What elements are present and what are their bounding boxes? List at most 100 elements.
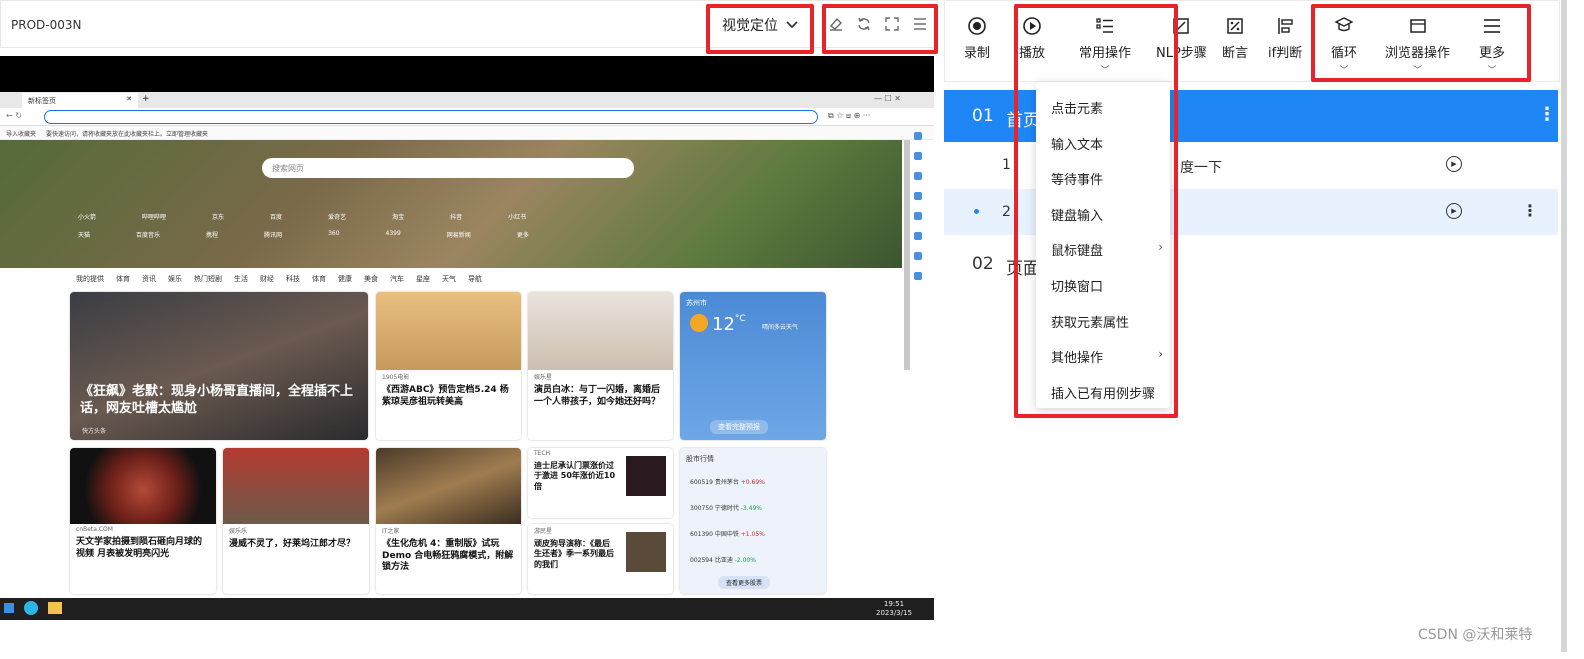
feed-tab[interactable]: 汽车: [390, 274, 404, 288]
list-icon: [1095, 16, 1115, 36]
news-card[interactable]: 游民星 顽皮狗导演称：《最后生还者》季一系列最后的我们: [528, 524, 673, 594]
sidebar-people-icon[interactable]: [914, 192, 922, 200]
add-tab-icon[interactable]: +: [142, 94, 150, 104]
loop-button[interactable]: 循环 ﹀: [1331, 16, 1357, 76]
play-step-icon[interactable]: ▶: [1446, 203, 1462, 219]
kebab-icon[interactable]: ⋮: [1522, 201, 1538, 220]
quicklink[interactable]: 抖音: [450, 212, 462, 222]
feed-tab[interactable]: 资讯: [142, 274, 156, 288]
feed-tab[interactable]: 体育: [116, 274, 130, 288]
quicklink[interactable]: 更多: [517, 230, 529, 240]
right-scrollbar[interactable]: [1561, 0, 1567, 652]
news-card[interactable]: IT之家 《生化危机 4：重制版》试玩 Demo 合电畅狂鸦腐模式，附解锁方法: [376, 448, 521, 594]
stock-row[interactable]: 600519 贵州茅台 +0.69%: [690, 470, 765, 496]
import-favorites-link[interactable]: 导入收藏夹: [6, 131, 36, 138]
play-step-icon[interactable]: ▶: [1446, 156, 1462, 172]
hamburger-icon[interactable]: [911, 15, 929, 33]
feed-tab[interactable]: 生活: [234, 274, 248, 288]
weather-card[interactable]: 苏州市 12 °C 晴间多云天气 查看完整预报: [680, 292, 826, 440]
weather-detail-button[interactable]: 查看完整预报: [710, 420, 768, 434]
feed-tab[interactable]: 我的提供: [76, 274, 104, 288]
menu-item-keyboard-input[interactable]: 键盘输入: [1051, 205, 1163, 224]
feed-tab[interactable]: 体育: [312, 274, 326, 288]
quicklink[interactable]: 百度: [270, 212, 282, 222]
assert-button[interactable]: 断言: [1222, 16, 1248, 61]
stock-row[interactable]: 601390 中国中铁 +1.05%: [690, 522, 765, 548]
quicklink[interactable]: 小火箭: [78, 212, 96, 222]
menu-item-mouse-keyboard[interactable]: 鼠标键盘 ›: [1051, 240, 1163, 259]
quicklink[interactable]: 百度音乐: [136, 230, 160, 240]
menu-item-insert-case-steps[interactable]: 插入已有用例步骤: [1051, 383, 1163, 402]
feed-tab[interactable]: 健康: [338, 274, 352, 288]
sidebar-shopping-icon[interactable]: [914, 172, 922, 180]
mode-select[interactable]: 视觉定位: [722, 15, 798, 35]
feed-tab[interactable]: 天气: [442, 274, 456, 288]
sidebar-search-icon[interactable]: [914, 132, 922, 140]
quicklink[interactable]: 360: [328, 230, 339, 240]
news-card[interactable]: 1905电影 《西游ABC》预告定档5.24 杨紫琼吴彦祖玩转美高: [376, 292, 521, 440]
nlp-step-button[interactable]: NLP步骤: [1156, 16, 1207, 61]
menu-item-click-element[interactable]: 点击元素: [1051, 98, 1163, 117]
sidebar-office-icon[interactable]: [914, 252, 922, 260]
sidebar-games-icon[interactable]: [914, 212, 922, 220]
quicklink[interactable]: 小红书: [508, 212, 526, 222]
sidebar-tree-icon[interactable]: [914, 272, 922, 280]
quicklink[interactable]: 网易新闻: [447, 230, 471, 240]
news-card[interactable]: 娱乐乐 漫威不灵了，好莱坞江郎才尽？: [223, 448, 369, 594]
news-card[interactable]: 娱乐星 演员白冰：与丁一闪婚，离婚后一个人带孩子，如今她还好吗？: [528, 292, 673, 440]
nav-icons[interactable]: ← ↻: [6, 111, 22, 120]
feed-tab[interactable]: 财经: [260, 274, 274, 288]
feed-tab[interactable]: 导航: [468, 274, 482, 288]
quicklink[interactable]: 哔哩哔哩: [142, 212, 166, 222]
windows-start-icon[interactable]: [4, 603, 14, 613]
menu-item-wait-event[interactable]: 等待事件: [1051, 169, 1163, 188]
step-text: 度一下: [1180, 160, 1222, 176]
quicklink[interactable]: 爱奇艺: [328, 212, 346, 222]
sidebar-bing-icon[interactable]: [914, 152, 922, 160]
explorer-icon[interactable]: [48, 602, 62, 614]
weather-link[interactable]: 晴间多云天气: [762, 322, 798, 331]
close-icon[interactable]: ✕: [126, 95, 132, 103]
feed-tab[interactable]: 美食: [364, 274, 378, 288]
news-card-large[interactable]: 《狂飙》老默：现身小杨哥直播间，全程插不上话，网友吐槽太尴尬 快方头条: [70, 292, 368, 440]
stock-row[interactable]: 300750 宁德时代 -3.49%: [690, 496, 765, 522]
quicklink[interactable]: 京东: [212, 212, 224, 222]
quicklink[interactable]: 天猫: [78, 230, 90, 240]
kebab-icon[interactable]: ⋮: [1538, 104, 1556, 125]
browser-scrollbar[interactable]: [904, 140, 910, 370]
play-button[interactable]: 播放: [1019, 16, 1045, 61]
feed-tab[interactable]: 娱乐: [168, 274, 182, 288]
if-button[interactable]: if判断: [1268, 16, 1302, 61]
menu-item-switch-window[interactable]: 切换窗口: [1051, 276, 1163, 295]
feed-tab[interactable]: 科技: [286, 274, 300, 288]
news-card[interactable]: TECH 迪士尼承认门票涨价过于激进 50年涨价近10倍: [528, 448, 673, 518]
menu-item-other-ops[interactable]: 其他操作 ›: [1051, 347, 1163, 366]
browser-ops-button[interactable]: 浏览器操作 ﹀: [1385, 16, 1450, 76]
url-input[interactable]: [44, 110, 818, 124]
stock-row[interactable]: 002594 比亚迪 -2.00%: [690, 548, 765, 574]
device-screen[interactable]: 新标签页 ✕ + — ☐ ✕ ← ↻ ⧉ ☆ ⧈ ⊕ ··· 导入收藏夹 要快速访…: [0, 92, 934, 598]
stocks-more-button[interactable]: 查看更多股票: [718, 576, 771, 589]
news-card[interactable]: cnBeta.COM 天文学家拍摄到陨石砸向月球的视频 月表被发明亮闪光: [70, 448, 216, 594]
clear-icon[interactable]: [827, 15, 845, 33]
window-controls-icon[interactable]: — ☐ ✕: [874, 94, 901, 103]
quicklink[interactable]: 腾讯网: [264, 230, 282, 240]
edge-icon[interactable]: [24, 601, 38, 615]
browser-tab[interactable]: 新标签页 ✕: [22, 93, 138, 108]
menu-item-get-attribute[interactable]: 获取元素属性: [1051, 312, 1163, 331]
quicklink[interactable]: 携程: [206, 230, 218, 240]
browser-tool-icons[interactable]: ⧉ ☆ ⧈ ⊕ ···: [828, 111, 870, 121]
quicklink[interactable]: 4399: [386, 230, 401, 240]
stocks-card[interactable]: 股市行情 600519 贵州茅台 +0.69% 300750 宁德时代 -3.4…: [680, 448, 826, 594]
common-ops-button[interactable]: 常用操作 ﹀: [1079, 16, 1131, 76]
quicklink[interactable]: 淘宝: [392, 212, 404, 222]
fullscreen-icon[interactable]: [883, 15, 901, 33]
hero-search-input[interactable]: 搜索网页: [262, 158, 634, 178]
sidebar-outlook-icon[interactable]: [914, 232, 922, 240]
feed-tab[interactable]: 星座: [416, 274, 430, 288]
refresh-icon[interactable]: [855, 15, 873, 33]
record-button[interactable]: 录制: [964, 16, 990, 61]
more-button[interactable]: 更多 ﹀: [1479, 16, 1505, 76]
feed-tab[interactable]: 热门短剧: [194, 274, 222, 288]
menu-item-input-text[interactable]: 输入文本: [1051, 134, 1163, 153]
